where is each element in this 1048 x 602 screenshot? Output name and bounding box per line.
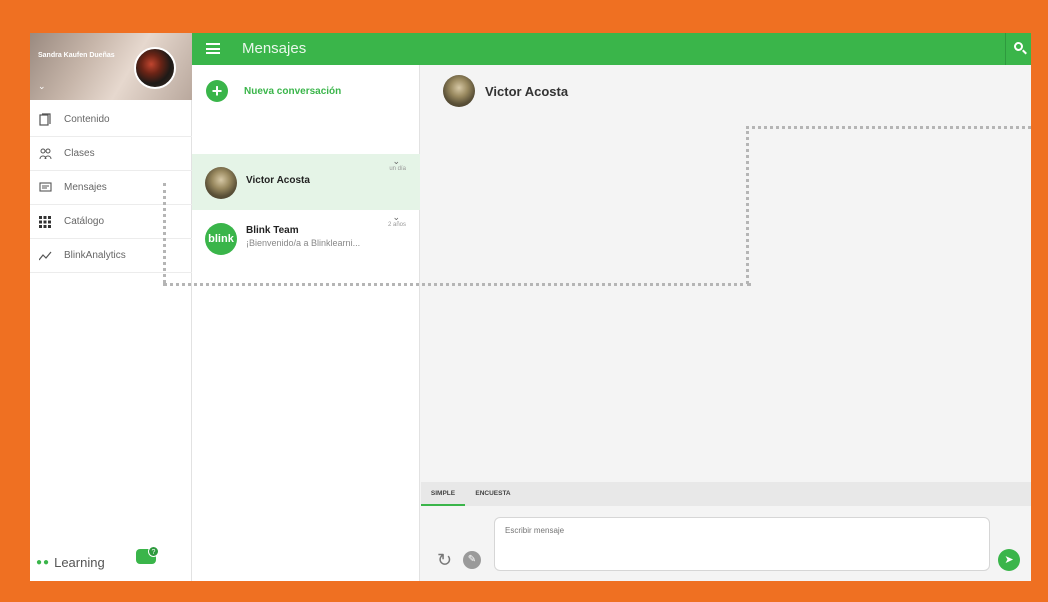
new-conversation-label: Nueva conversación xyxy=(244,85,342,97)
conversation-name: Blink Team xyxy=(246,225,299,236)
app-screen: Sandra Kaufen Dueñas ⌄ Contenido Clases xyxy=(30,33,1031,581)
users-icon xyxy=(38,147,52,161)
orange-frame: Sandra Kaufen Dueñas ⌄ Contenido Clases xyxy=(0,0,1048,602)
avatar xyxy=(205,167,237,199)
profile-name: Sandra Kaufen Dueñas xyxy=(38,52,115,59)
new-conversation-button[interactable]: + Nueva conversación xyxy=(192,65,420,117)
question-icon: ? xyxy=(148,546,159,557)
chat-contact-name: Victor Acosta xyxy=(485,83,569,99)
top-bar: Mensajes xyxy=(192,33,1031,65)
search-button[interactable] xyxy=(1005,33,1031,65)
sidebar-item-label: BlinkAnalytics xyxy=(64,250,126,261)
paperclip-icon: ✎ xyxy=(467,554,477,565)
sidebar-item-label: Mensajes xyxy=(64,182,107,193)
conversation-item-victor[interactable]: Victor Acosta ⌄ un día xyxy=(192,154,420,210)
logo-dots-icon: ●● xyxy=(36,557,51,568)
conversation-time: un día xyxy=(389,166,406,172)
avatar[interactable] xyxy=(443,75,475,107)
grid-icon xyxy=(38,215,52,229)
chevron-down-icon[interactable]: ⌄ xyxy=(38,81,46,92)
conversation-preview: ¡Bienvenido/a a Blinklearni... xyxy=(246,238,361,248)
send-button[interactable]: ➤ xyxy=(998,549,1020,571)
avatar: blink xyxy=(205,223,237,255)
avatar[interactable] xyxy=(134,47,176,89)
hamburger-menu-icon[interactable] xyxy=(206,43,220,54)
attach-button[interactable]: ✎ xyxy=(463,551,481,569)
sidebar-item-label: Catálogo xyxy=(64,216,105,227)
message-input[interactable] xyxy=(494,517,990,571)
sidebar-item-blinkanalytics[interactable]: BlinkAnalytics xyxy=(30,239,192,273)
chat-header: Victor Acosta xyxy=(421,65,1031,117)
page-title: Mensajes xyxy=(242,40,307,57)
sidebar-item-contenido[interactable]: Contenido xyxy=(30,103,192,137)
help-button[interactable]: ? xyxy=(136,546,162,566)
conversation-item-blink-team[interactable]: blink Blink Team ¡Bienvenido/a a Blinkle… xyxy=(192,210,420,266)
tab-simple[interactable]: SIMPLE xyxy=(421,482,465,506)
callout-line xyxy=(163,283,751,286)
sidebar-item-clases[interactable]: Clases xyxy=(30,137,192,171)
chat-panel: Victor Acosta SIMPLE ENCUESTA xyxy=(421,65,1031,581)
message-type-tabs: SIMPLE ENCUESTA xyxy=(421,482,1031,506)
plus-icon: + xyxy=(206,80,228,102)
conversation-list: + Nueva conversación Victor Acosta ⌄ un … xyxy=(192,65,420,581)
sidebar-item-mensajes[interactable]: Mensajes xyxy=(30,171,192,205)
conversation-time: 2 años xyxy=(387,222,406,228)
sidebar-item-label: Contenido xyxy=(64,114,110,125)
book-icon xyxy=(38,113,52,127)
tab-encuesta[interactable]: ENCUESTA xyxy=(469,482,517,506)
sidebar-item-label: Clases xyxy=(64,148,95,159)
learning-logo: ●● Learning xyxy=(36,555,105,570)
callout-line xyxy=(163,183,166,283)
message-icon xyxy=(38,181,52,195)
sidebar: Sandra Kaufen Dueñas ⌄ Contenido Clases xyxy=(30,33,192,581)
profile-header[interactable]: Sandra Kaufen Dueñas ⌄ xyxy=(30,33,192,100)
refresh-icon[interactable]: ↻ xyxy=(437,550,452,571)
logo-text: Learning xyxy=(54,555,105,570)
sidebar-item-catalogo[interactable]: Catálogo xyxy=(30,205,192,239)
chart-icon xyxy=(38,249,52,263)
send-icon: ➤ xyxy=(1004,554,1014,566)
callout-line xyxy=(746,126,749,284)
conversation-name: Victor Acosta xyxy=(246,175,310,186)
callout-line xyxy=(746,126,1031,129)
